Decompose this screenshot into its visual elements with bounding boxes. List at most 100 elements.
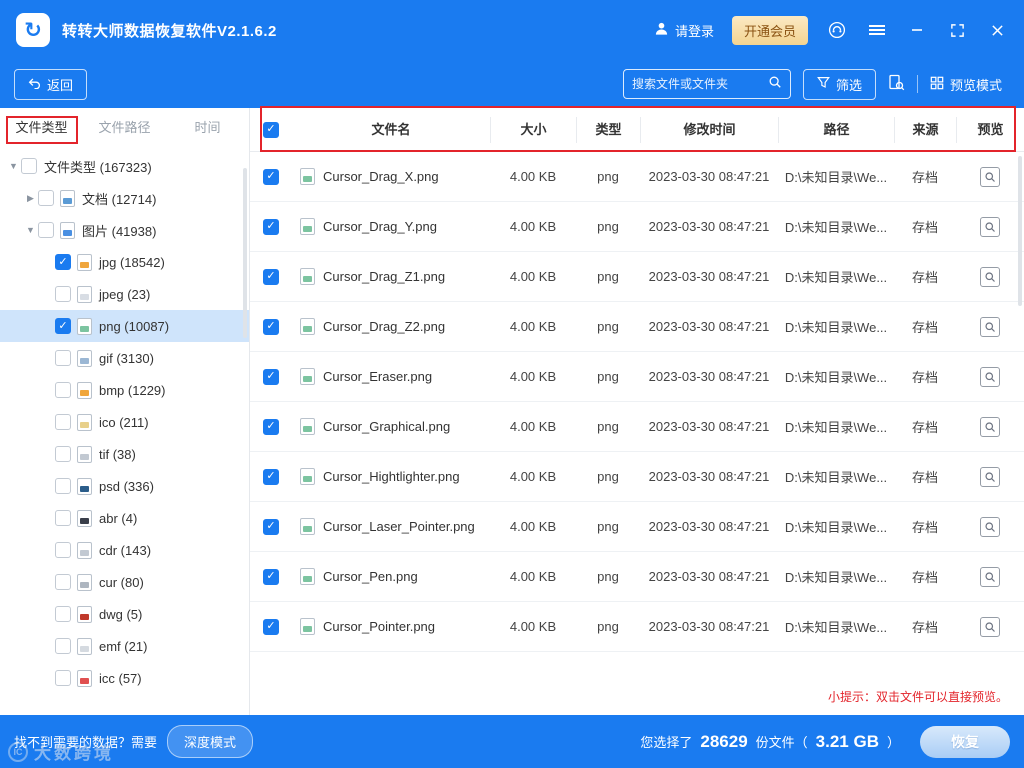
col-header-size[interactable]: 大小 (490, 116, 576, 143)
tab-file-path[interactable]: 文件路径 (83, 117, 166, 136)
vip-button[interactable]: 开通会员 (731, 15, 808, 45)
preview-cell[interactable] (956, 516, 1024, 537)
preview-icon[interactable] (980, 416, 1000, 437)
tree-checkbox[interactable] (55, 318, 71, 334)
sidebar-scrollbar[interactable] (243, 168, 247, 338)
tree-checkbox[interactable] (55, 414, 71, 430)
file-name-cell[interactable]: Cursor_Drag_Z2.png (292, 318, 490, 335)
table-row[interactable]: Cursor_Eraser.png 4.00 KB png 2023-03-30 08… (250, 352, 1024, 402)
tree-item[interactable]: ▼ 文件类型 (167323) (0, 150, 249, 182)
tree-item[interactable]: cdr (143) (0, 534, 249, 566)
select-all-checkbox[interactable] (263, 121, 279, 138)
row-checkbox[interactable] (263, 168, 279, 185)
row-checkbox[interactable] (263, 618, 279, 635)
tree-checkbox[interactable] (55, 510, 71, 526)
col-header-source[interactable]: 来源 (894, 116, 956, 143)
tree-checkbox[interactable] (55, 606, 71, 622)
tree-item[interactable]: ico (211) (0, 406, 249, 438)
filter-button[interactable]: 筛选 (802, 68, 876, 100)
row-checkbox[interactable] (263, 568, 279, 585)
tree-checkbox[interactable] (55, 638, 71, 654)
row-checkbox-cell[interactable] (250, 568, 292, 585)
row-checkbox-cell[interactable] (250, 168, 292, 185)
preview-cell[interactable] (956, 166, 1024, 187)
file-name-cell[interactable]: Cursor_Eraser.png (292, 368, 490, 385)
tree-item[interactable]: bmp (1229) (0, 374, 249, 406)
recover-button[interactable]: 恢复 (920, 725, 1010, 758)
preview-icon[interactable] (980, 366, 1000, 387)
tree-checkbox[interactable] (55, 478, 71, 494)
table-row[interactable]: Cursor_Drag_Z1.png 4.00 KB png 2023-03-30 0… (250, 252, 1024, 302)
row-checkbox[interactable] (263, 218, 279, 235)
file-name-cell[interactable]: Cursor_Graphical.png (292, 418, 490, 435)
row-checkbox-cell[interactable] (250, 468, 292, 485)
deep-mode-button[interactable]: 深度模式 (167, 725, 254, 758)
preview-cell[interactable] (956, 416, 1024, 437)
preview-icon[interactable] (980, 516, 1000, 537)
col-header-name[interactable]: 文件名 (292, 117, 490, 143)
minimize-button[interactable] (906, 19, 928, 41)
tree-item[interactable]: psd (336) (0, 470, 249, 502)
tree-item[interactable]: cur (80) (0, 566, 249, 598)
preview-icon[interactable] (980, 166, 1000, 187)
search-input[interactable] (631, 77, 768, 91)
table-row[interactable]: Cursor_Hightlighter.png 4.00 KB png 2023-03… (250, 452, 1024, 502)
preview-cell[interactable] (956, 366, 1024, 387)
row-checkbox[interactable] (263, 418, 279, 435)
table-row[interactable]: Cursor_Drag_Z2.png 4.00 KB png 2023-03-30 0… (250, 302, 1024, 352)
maximize-button[interactable] (946, 19, 968, 41)
search-icon[interactable] (768, 75, 782, 94)
file-name-cell[interactable]: Cursor_Drag_Z1.png (292, 268, 490, 285)
tree-item[interactable]: jpg (18542) (0, 246, 249, 278)
tree-checkbox[interactable] (55, 574, 71, 590)
tree-checkbox[interactable] (55, 254, 71, 270)
table-row[interactable]: Cursor_Pen.png 4.00 KB png 2023-03-30 08:47… (250, 552, 1024, 602)
preview-cell[interactable] (956, 566, 1024, 587)
file-name-cell[interactable]: Cursor_Pen.png (292, 568, 490, 585)
preview-icon[interactable] (980, 216, 1000, 237)
col-header-path[interactable]: 路径 (778, 116, 894, 143)
tree-checkbox[interactable] (55, 542, 71, 558)
login-button[interactable]: 请登录 (654, 21, 714, 40)
table-row[interactable]: Cursor_Laser_Pointer.png 4.00 KB png 2023-0… (250, 502, 1024, 552)
tree-item[interactable]: emf (21) (0, 630, 249, 662)
close-button[interactable] (986, 19, 1008, 41)
tree-item[interactable]: ▼ 图片 (41938) (0, 214, 249, 246)
preview-mode-button[interactable]: 预览模式 (930, 75, 1002, 94)
tree-item[interactable]: ▶ 文档 (12714) (0, 182, 249, 214)
preview-cell[interactable] (956, 466, 1024, 487)
preview-icon[interactable] (980, 316, 1000, 337)
tree-item[interactable]: gif (3130) (0, 342, 249, 374)
preview-icon[interactable] (980, 616, 1000, 637)
tab-file-type[interactable]: 文件类型 (0, 117, 83, 136)
tree-checkbox[interactable] (55, 286, 71, 302)
table-row[interactable]: Cursor_Drag_Y.png 4.00 KB png 2023-03-30 08… (250, 202, 1024, 252)
tab-time[interactable]: 时间 (166, 117, 249, 136)
table-row[interactable]: Cursor_Pointer.png 4.00 KB png 2023-03-30 0… (250, 602, 1024, 652)
row-checkbox-cell[interactable] (250, 318, 292, 335)
tree-item[interactable]: tif (38) (0, 438, 249, 470)
tree-checkbox[interactable] (38, 190, 54, 206)
col-header-modified[interactable]: 修改时间 (640, 116, 778, 143)
row-checkbox[interactable] (263, 318, 279, 335)
tree-checkbox[interactable] (38, 222, 54, 238)
tree-item[interactable]: dwg (5) (0, 598, 249, 630)
select-all-cell[interactable] (250, 121, 292, 138)
row-checkbox[interactable] (263, 268, 279, 285)
file-name-cell[interactable]: Cursor_Laser_Pointer.png (292, 518, 490, 535)
table-row[interactable]: Cursor_Graphical.png 4.00 KB png 2023-03-30… (250, 402, 1024, 452)
tree-checkbox[interactable] (55, 446, 71, 462)
locate-file-button[interactable] (888, 74, 905, 94)
tree-checkbox[interactable] (55, 670, 71, 686)
preview-icon[interactable] (980, 566, 1000, 587)
row-checkbox[interactable] (263, 518, 279, 535)
table-row[interactable]: Cursor_Drag_X.png 4.00 KB png 2023-03-30 08… (250, 152, 1024, 202)
tree-checkbox[interactable] (55, 350, 71, 366)
file-name-cell[interactable]: Cursor_Pointer.png (292, 618, 490, 635)
tree-item[interactable]: abr (4) (0, 502, 249, 534)
service-icon[interactable] (826, 19, 848, 41)
col-header-preview[interactable]: 预览 (956, 116, 1024, 143)
tree-item[interactable]: jpeg (23) (0, 278, 249, 310)
preview-cell[interactable] (956, 216, 1024, 237)
preview-cell[interactable] (956, 266, 1024, 287)
